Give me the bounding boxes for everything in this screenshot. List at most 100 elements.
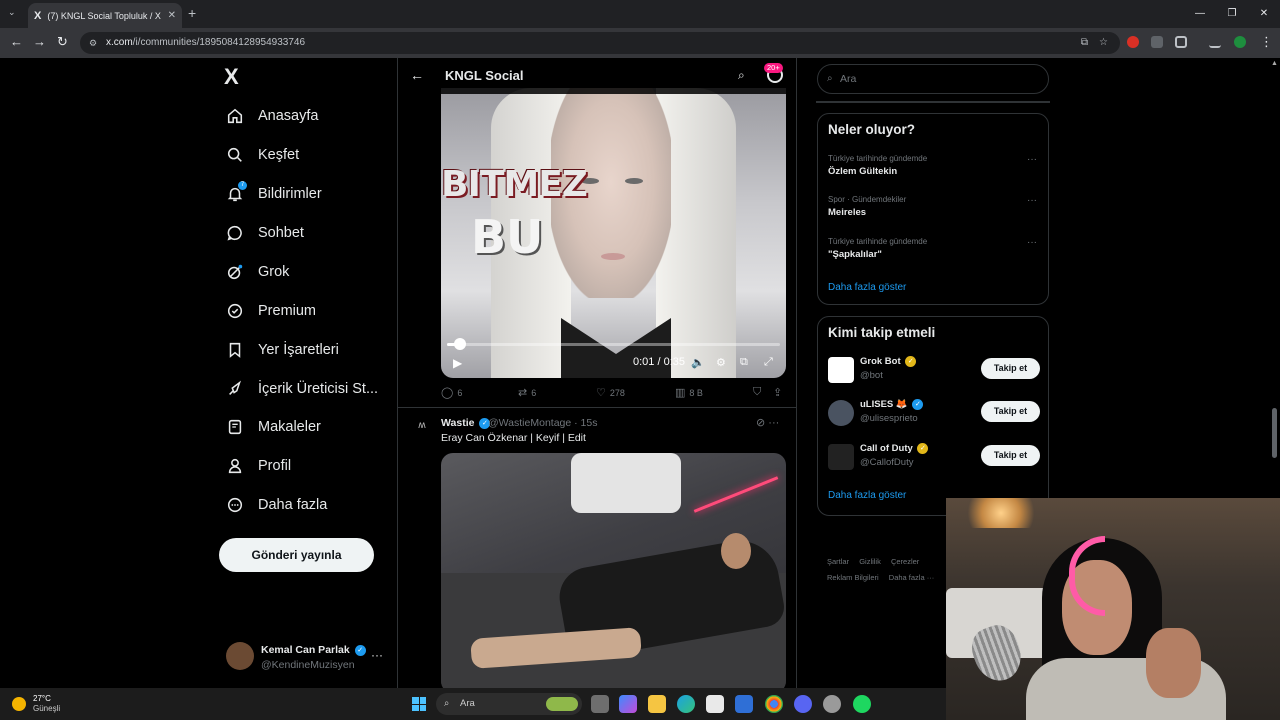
play-icon[interactable]: ▶ xyxy=(453,356,462,370)
install-icon[interactable]: ⧉ xyxy=(1081,32,1088,54)
sidebar-item-explore[interactable]: Keşfet xyxy=(226,140,299,170)
tweet-author-name[interactable]: Wastie ✓ xyxy=(441,417,492,429)
video-progress-bar[interactable] xyxy=(447,343,780,346)
more-dots-icon[interactable]: ··· xyxy=(371,648,383,662)
divider xyxy=(816,101,1050,103)
more-dots-icon[interactable]: ··· xyxy=(1027,154,1037,165)
video-player[interactable]: BITMEZ BU ▶ 0:01 / 0:35 🔈 ⚙ ⧉ ⤢ xyxy=(441,88,786,378)
extension-script-icon[interactable] xyxy=(1151,36,1163,48)
footer-link[interactable]: Şartlar xyxy=(827,557,849,566)
edge-icon[interactable] xyxy=(677,695,695,713)
webcam-streamer-hand xyxy=(1146,628,1201,698)
sidebar-item-premium[interactable]: Premium xyxy=(226,296,316,326)
window-close-icon[interactable]: ✕ xyxy=(1248,0,1280,28)
store-icon[interactable] xyxy=(706,695,724,713)
tab-list-icon[interactable]: ⌄ xyxy=(8,7,16,18)
follow-button[interactable]: Takip et xyxy=(981,445,1040,466)
footer-link[interactable]: Daha fazla ··· xyxy=(889,573,934,582)
sidebar-item-more[interactable]: Daha fazla xyxy=(226,490,327,520)
task-view-icon[interactable] xyxy=(591,695,609,713)
tweet-video[interactable] xyxy=(441,453,786,688)
forward-icon[interactable]: → xyxy=(33,34,46,49)
search-input[interactable]: ⌕ Ara xyxy=(817,64,1049,94)
pip-icon[interactable]: ⧉ xyxy=(740,356,748,369)
sidebar-item-profile[interactable]: Profil xyxy=(226,451,291,481)
bookmark-star-icon[interactable]: ☆ xyxy=(1099,32,1108,54)
trend-item[interactable]: Türkiye tarihinde gündemde Özlem Gülteki… xyxy=(828,154,1043,177)
repost-button[interactable]: ⇄ 6 xyxy=(518,386,536,399)
share-button[interactable]: ⇪ xyxy=(773,386,786,399)
back-icon[interactable]: ← xyxy=(10,34,23,49)
tweet-author-handle[interactable]: @WastieMontage · 15s xyxy=(488,417,597,429)
scroll-up-icon[interactable]: ▲ xyxy=(1271,60,1278,67)
follow-suggestion[interactable]: Call of Duty ✓ @CallofDuty Takip et xyxy=(828,442,1043,472)
minimize-icon[interactable]: — xyxy=(1184,0,1216,28)
browser-tab[interactable]: X (7) KNGL Social Topluluk / X ✕ xyxy=(28,3,182,28)
reading-list-icon[interactable] xyxy=(1209,36,1221,48)
post-button[interactable]: Gönderi yayınla xyxy=(219,538,374,572)
footer-link[interactable]: Reklam Bilgileri xyxy=(827,573,879,582)
search-icon[interactable]: ⌕ xyxy=(738,68,745,83)
new-tab-icon[interactable]: + xyxy=(188,5,196,21)
video-settings-icon[interactable]: ⚙ xyxy=(716,356,726,369)
sidebar-item-notifications[interactable]: 7 Bildirimler xyxy=(226,179,322,209)
trend-item[interactable]: Spor · Gündemdekiler Meireles ··· xyxy=(828,195,1043,218)
search-icon: ⌕ xyxy=(827,73,833,84)
profile-avatar-icon[interactable] xyxy=(1234,36,1246,48)
who-show-more-link[interactable]: Daha fazla göster xyxy=(828,490,906,501)
trend-item[interactable]: Türkiye tarihinde gündemde "Şapkalılar" … xyxy=(828,237,1043,260)
footer-link[interactable]: Gizlilik xyxy=(859,557,881,566)
copilot-icon[interactable] xyxy=(619,695,637,713)
verified-badge-icon: ✓ xyxy=(912,399,924,410)
chrome-icon[interactable] xyxy=(765,695,783,713)
browser-menu-icon[interactable]: ⋮ xyxy=(1260,34,1273,50)
like-button[interactable]: ♡ 278 xyxy=(596,386,625,399)
follow-button[interactable]: Takip et xyxy=(981,358,1040,379)
account-switcher[interactable]: Kemal Can Parlak ✓ @KendineMuzisyen ··· xyxy=(226,638,386,678)
more-dots-icon[interactable]: ··· xyxy=(1027,195,1037,206)
steam-icon[interactable] xyxy=(823,695,841,713)
verified-badge-icon: ✓ xyxy=(917,443,929,454)
follow-suggestion[interactable]: uLISES 🦊 ✓ @ulisesprieto Takip et xyxy=(828,398,1043,428)
footer-link[interactable]: Çerezler xyxy=(891,557,919,566)
more-dots-icon[interactable]: ··· xyxy=(1027,237,1037,248)
video-scrubber-handle[interactable] xyxy=(454,338,466,350)
reply-button[interactable]: ◯ 6 xyxy=(441,386,462,399)
sidebar-item-creator-studio[interactable]: İçerik Üreticisi St... xyxy=(226,374,378,404)
back-arrow-icon[interactable]: ← xyxy=(410,67,424,83)
trends-show-more-link[interactable]: Daha fazla göster xyxy=(828,282,906,293)
webcam-overlay xyxy=(946,498,1280,720)
tweet-divider xyxy=(398,407,796,408)
windows-start-icon[interactable] xyxy=(412,697,426,711)
mail-icon[interactable] xyxy=(735,695,753,713)
reload-icon[interactable]: ↻ xyxy=(57,34,68,50)
taskbar-search[interactable]: ⌕ Ara xyxy=(436,693,582,715)
sidebar-item-label: Daha fazla xyxy=(258,497,328,513)
more-dots-icon[interactable]: ··· xyxy=(768,417,779,429)
extension-red-icon[interactable] xyxy=(1127,36,1139,48)
spotify-icon[interactable] xyxy=(853,695,871,713)
grok-explain-icon[interactable]: ⊘ xyxy=(756,417,765,429)
sidebar-item-bookmarks[interactable]: Yer İşaretleri xyxy=(226,335,339,365)
sidebar-item-articles[interactable]: Makaleler xyxy=(226,412,321,442)
maximize-icon[interactable]: ❐ xyxy=(1216,0,1248,28)
site-info-icon[interactable]: ⚙ xyxy=(89,32,97,54)
discord-icon[interactable] xyxy=(794,695,812,713)
sidebar-item-chat[interactable]: Sohbet xyxy=(226,218,304,248)
sidebar-item-grok[interactable]: Grok xyxy=(226,257,289,287)
avatar[interactable]: ʍ xyxy=(412,420,432,440)
weather-widget[interactable]: 27°C Güneşli xyxy=(12,693,92,717)
follow-suggestion[interactable]: Grok Bot ✓ @bot Takip et xyxy=(828,355,1043,385)
extensions-puzzle-icon[interactable] xyxy=(1175,36,1187,48)
sidebar-item-home[interactable]: Anasayfa xyxy=(226,101,318,131)
scrollbar-thumb[interactable] xyxy=(1272,408,1277,458)
file-explorer-icon[interactable] xyxy=(648,695,666,713)
x-logo-icon[interactable]: X xyxy=(224,64,239,90)
volume-icon[interactable]: 🔈 xyxy=(691,356,705,369)
bookmark-button[interactable]: ⛉ xyxy=(753,386,765,399)
follow-button[interactable]: Takip et xyxy=(981,401,1040,422)
views-button[interactable]: ▥ 8 B xyxy=(675,386,703,399)
fullscreen-icon[interactable]: ⤢ xyxy=(764,356,773,369)
url-field[interactable]: ⚙ x.com/i/communities/189508412895493374… xyxy=(80,32,1120,54)
tab-close-icon[interactable]: ✕ xyxy=(168,10,176,21)
